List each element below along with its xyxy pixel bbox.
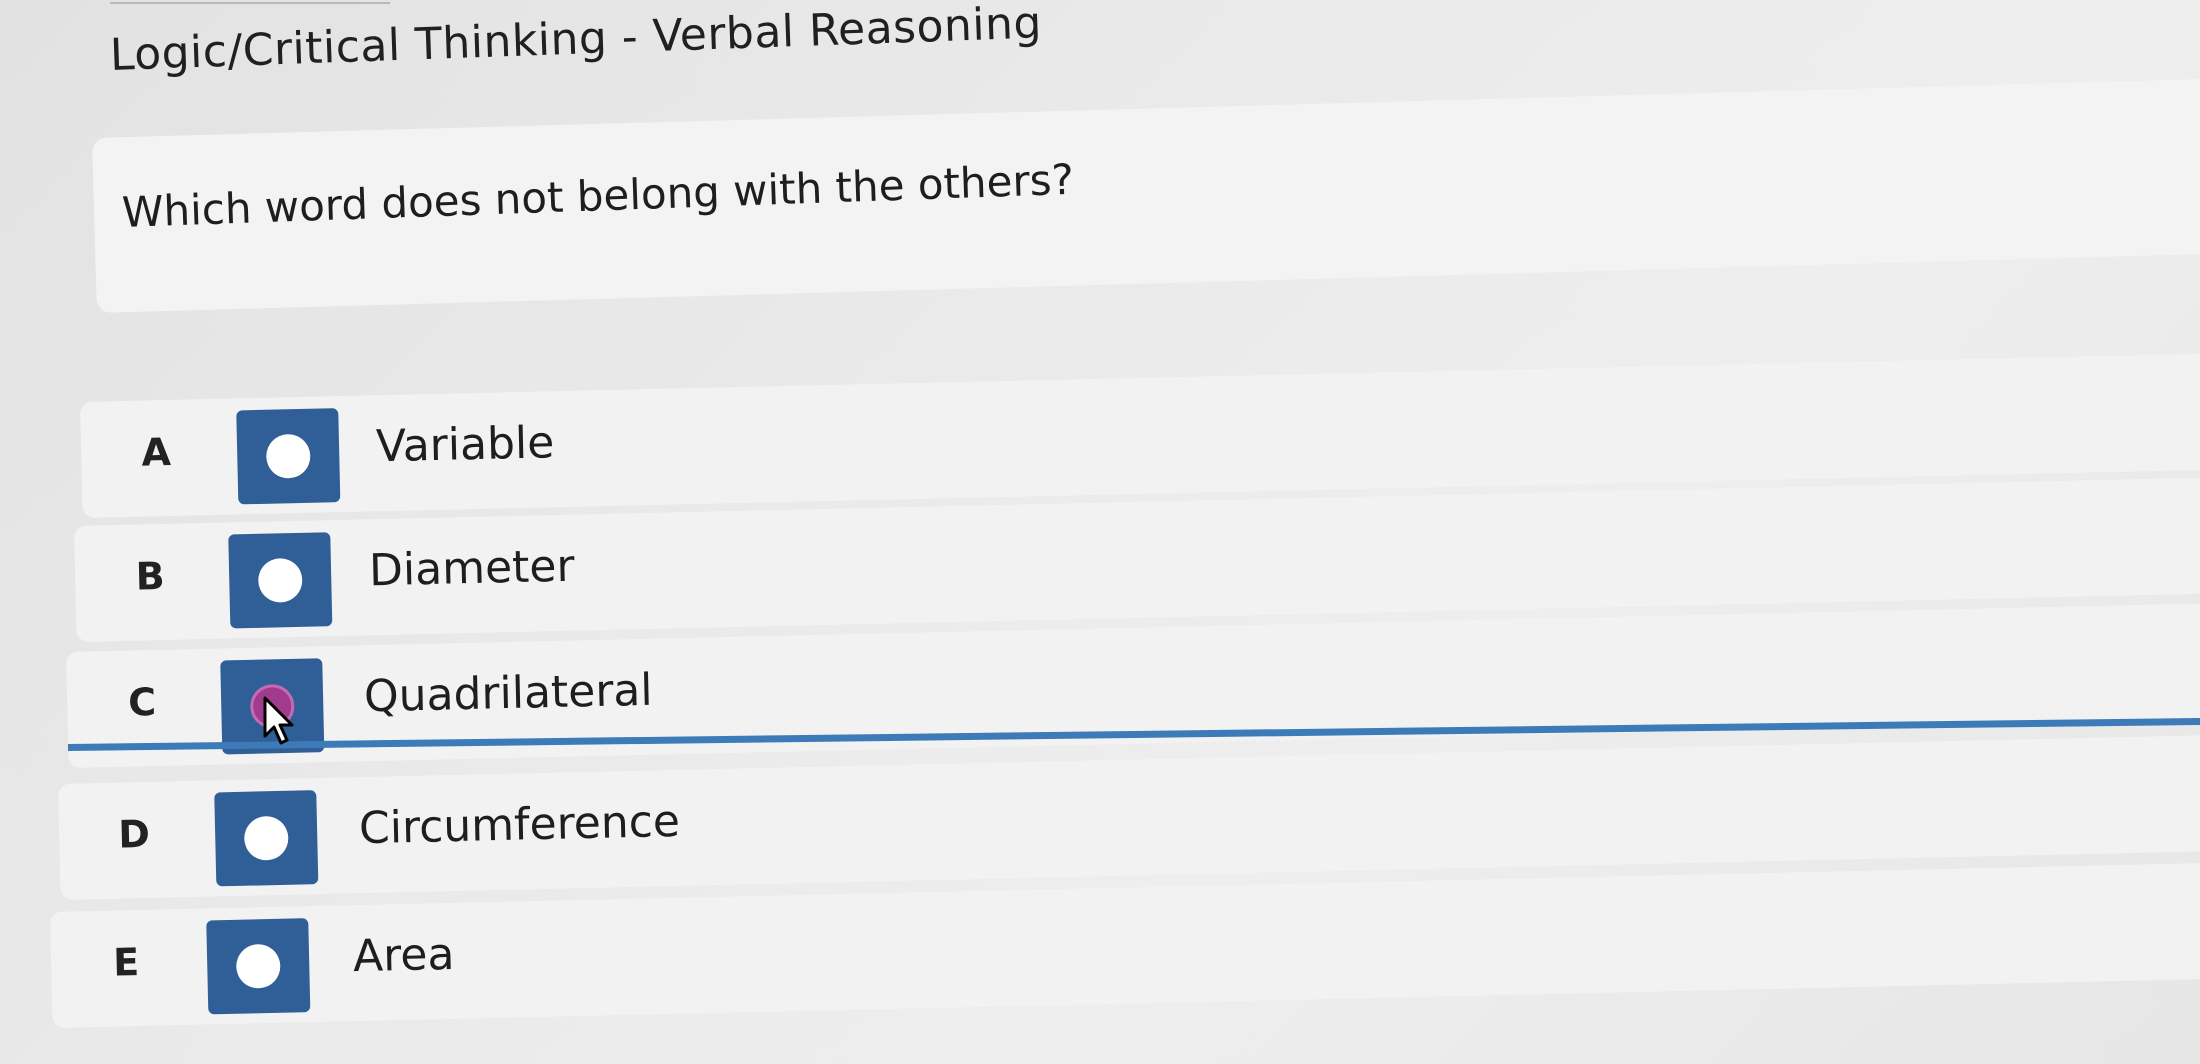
option-label[interactable]: Variable (376, 417, 555, 472)
answer-options: A Variable B Diameter C Quadrilateral D … (0, 0, 2200, 1064)
radio-circle-icon (235, 943, 281, 989)
option-letter: C (127, 679, 157, 725)
radio-circle-icon (243, 815, 289, 861)
option-letter: B (135, 553, 166, 599)
radio-circle-icon (257, 557, 303, 603)
radio-button-e[interactable] (206, 918, 311, 1015)
option-label[interactable]: Diameter (369, 541, 576, 597)
radio-button-d[interactable] (214, 790, 319, 887)
option-letter: A (140, 429, 172, 475)
option-letter: E (112, 939, 140, 985)
radio-circle-icon (265, 433, 311, 479)
option-label[interactable]: Quadrilateral (364, 665, 654, 723)
option-label[interactable]: Area (353, 929, 455, 982)
mouse-pointer-icon (263, 696, 294, 745)
option-label[interactable]: Circumference (359, 796, 681, 854)
radio-button-a[interactable] (236, 408, 341, 505)
option-letter: D (117, 811, 151, 857)
radio-button-b[interactable] (228, 532, 333, 629)
